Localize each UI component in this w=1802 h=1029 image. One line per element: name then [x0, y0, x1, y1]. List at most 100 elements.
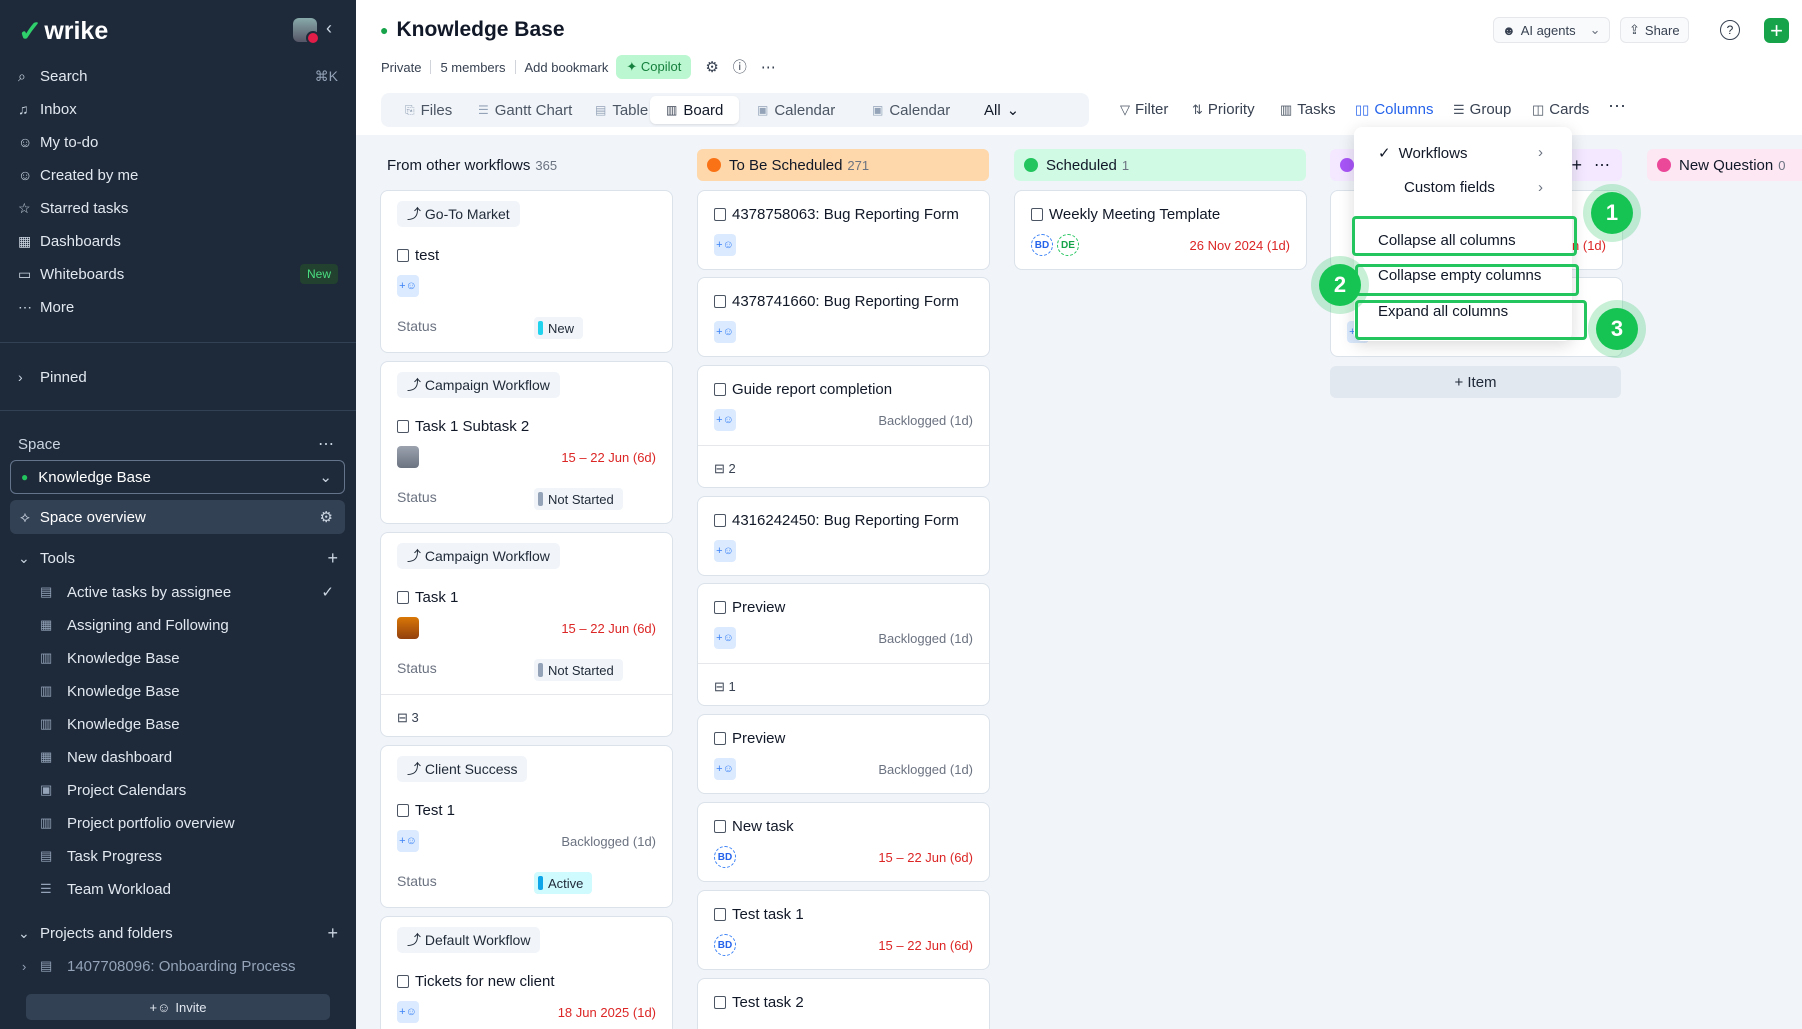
task-card[interactable]: Test task 2: [697, 978, 990, 1029]
tool-item[interactable]: ▦ Assigning and Following: [40, 610, 340, 640]
info-icon[interactable]: ⓘ: [733, 57, 747, 77]
task-card[interactable]: ⤴ Campaign Workflow Task 1 Subtask 2 15 …: [380, 361, 673, 524]
avatar[interactable]: [397, 446, 419, 468]
task-card[interactable]: Guide report completion +☺ Backlogged (1…: [697, 365, 990, 488]
project-item[interactable]: › ▤ 1407708096: Onboarding Process: [22, 951, 322, 981]
members-link[interactable]: 5 members: [440, 60, 505, 75]
tool-item[interactable]: ☰ Team Workload: [40, 874, 340, 904]
task-card[interactable]: Preview +☺ Backlogged (1d) ⊟ 1: [697, 583, 990, 706]
task-card[interactable]: ⤴ Campaign Workflow Task 1 15 – 22 Jun (…: [380, 532, 673, 737]
create-button[interactable]: +: [1764, 18, 1789, 43]
pinned-section[interactable]: › Pinned: [0, 361, 356, 393]
gear-icon[interactable]: ⚙: [320, 508, 333, 526]
privacy-label[interactable]: Private: [381, 60, 421, 75]
copilot-button[interactable]: ✦ Copilot: [616, 55, 692, 79]
task-card[interactable]: ⤴ Client Success Test 1 +☺ Backlogged (1…: [380, 745, 673, 908]
tab-calendar-2[interactable]: ▣ Calendar: [866, 96, 956, 124]
task-card[interactable]: ⤴ Default Workflow Tickets for new clien…: [380, 916, 673, 1029]
assign-icon[interactable]: +☺: [714, 758, 736, 780]
assign-icon[interactable]: +☺: [714, 409, 736, 431]
task-card[interactable]: Preview +☺ Backlogged (1d): [697, 714, 990, 794]
tool-item[interactable]: ▤ Active tasks by assignee ✓: [40, 577, 340, 607]
task-card[interactable]: New task BD 15 – 22 Jun (6d): [697, 802, 990, 882]
status-badge[interactable]: Not Started: [534, 659, 623, 681]
tab-gantt-chart[interactable]: ☰ Gantt Chart: [472, 96, 578, 124]
column-header[interactable]: To Be Scheduled 271: [697, 149, 989, 181]
tab-calendar[interactable]: ▣ Calendar: [751, 96, 841, 124]
projects-section[interactable]: ⌄ Projects and folders +: [0, 917, 356, 949]
avatar[interactable]: [293, 18, 320, 45]
add-item-button[interactable]: + Item: [1330, 366, 1621, 398]
cards-button[interactable]: ◫ Cards: [1532, 101, 1589, 118]
column-header[interactable]: From other workflows 365: [379, 149, 672, 181]
add-project-icon[interactable]: +: [327, 923, 338, 944]
more-icon[interactable]: ⋯: [1608, 96, 1626, 117]
add-tool-icon[interactable]: +: [327, 548, 338, 569]
menu-item-custom-fields[interactable]: Custom fields ›: [1404, 179, 1543, 196]
avatar[interactable]: [397, 617, 419, 639]
nav-dashboards[interactable]: ▦ Dashboards: [0, 225, 356, 257]
tab-table[interactable]: ▤ Table: [589, 96, 654, 124]
nav-starred-tasks[interactable]: ☆ Starred tasks: [0, 192, 356, 224]
tool-item[interactable]: ▥ Knowledge Base: [40, 676, 340, 706]
column-header[interactable]: New Question 0: [1647, 149, 1802, 181]
assign-icon[interactable]: +☺: [397, 275, 419, 297]
share-button[interactable]: ⇪ Share: [1620, 17, 1689, 43]
tools-section[interactable]: ⌄ Tools +: [0, 542, 356, 574]
tool-item[interactable]: ▦ New dashboard: [40, 742, 340, 772]
collapse-sidebar-icon[interactable]: ‹: [326, 18, 332, 39]
tab-board[interactable]: ▥ Board: [650, 96, 740, 124]
more-icon[interactable]: ⋯: [761, 58, 776, 76]
column-header[interactable]: Scheduled 1: [1014, 149, 1306, 181]
tool-item[interactable]: ▥ Knowledge Base: [40, 643, 340, 673]
tool-item[interactable]: ▣ Project Calendars: [40, 775, 340, 805]
space-selector[interactable]: ● Knowledge Base ⌄: [10, 460, 345, 494]
nav-whiteboards[interactable]: ▭ Whiteboards New: [0, 258, 356, 290]
add-bookmark-link[interactable]: Add bookmark: [525, 60, 609, 75]
assignee-avatar[interactable]: BD: [714, 934, 736, 956]
help-icon[interactable]: ?: [1720, 20, 1740, 40]
space-more-icon[interactable]: ⋯: [318, 434, 334, 454]
ai-agents-button[interactable]: ☻ AI agents ⌄: [1493, 17, 1610, 43]
task-card[interactable]: 4316242450: Bug Reporting Form +☺: [697, 496, 990, 576]
nav-more[interactable]: ⋯ More: [0, 291, 356, 323]
tool-item[interactable]: ▥ Knowledge Base: [40, 709, 340, 739]
assign-icon[interactable]: +☺: [397, 1001, 419, 1023]
nav-created-by-me[interactable]: ☺ Created by me: [0, 159, 356, 191]
tool-item[interactable]: ▥ Project portfolio overview: [40, 808, 340, 838]
assign-icon[interactable]: +☺: [714, 321, 736, 343]
status-badge[interactable]: Not Started: [534, 488, 623, 510]
tool-item[interactable]: ▤ Task Progress: [40, 841, 340, 871]
assign-icon[interactable]: +☺: [714, 540, 736, 562]
gear-icon[interactable]: ⚙: [705, 58, 718, 76]
assign-icon[interactable]: +☺: [714, 234, 736, 256]
assignee-avatar[interactable]: BD: [714, 846, 736, 868]
subtasks-count[interactable]: ⊟ 3: [397, 710, 419, 726]
add-icon[interactable]: +: [1571, 155, 1582, 176]
invite-button[interactable]: +☺ Invite: [26, 994, 330, 1020]
assignee-avatar[interactable]: BD: [1031, 234, 1053, 256]
tasks-button[interactable]: ▥ Tasks: [1280, 101, 1336, 118]
tab-all-dropdown[interactable]: All ⌄: [978, 96, 1025, 124]
status-badge[interactable]: Active: [534, 872, 593, 894]
assignee-avatar[interactable]: DE: [1057, 234, 1079, 256]
nav-search[interactable]: ⌕ Search ⌘K: [0, 60, 356, 92]
nav-my-todo[interactable]: ☺ My to-do: [0, 126, 356, 158]
task-card[interactable]: Test task 1 BD 15 – 22 Jun (6d): [697, 890, 990, 970]
subtasks-count[interactable]: ⊟ 2: [714, 461, 736, 477]
task-card[interactable]: 4378741660: Bug Reporting Form +☺: [697, 277, 990, 357]
priority-button[interactable]: ⇅ Priority: [1192, 101, 1255, 118]
wrike-logo[interactable]: ✓ wrike: [18, 14, 108, 49]
more-icon[interactable]: ⋯: [1594, 155, 1610, 175]
space-overview[interactable]: ⟡ Space overview ⚙: [10, 500, 345, 534]
filter-button[interactable]: ▽ Filter: [1120, 101, 1168, 118]
assign-icon[interactable]: +☺: [714, 627, 736, 649]
assign-icon[interactable]: +☺: [397, 830, 419, 852]
task-card[interactable]: ⤴ Go-To Market test +☺ Status New: [380, 190, 673, 353]
chevron-down-icon[interactable]: ⌄: [1590, 22, 1601, 38]
menu-item-workflows[interactable]: ✓ Workflows ›: [1378, 144, 1543, 162]
subtasks-count[interactable]: ⊟ 1: [714, 679, 736, 695]
task-card[interactable]: 4378758063: Bug Reporting Form +☺: [697, 190, 990, 270]
columns-button[interactable]: ▯▯ Columns: [1355, 101, 1434, 118]
task-card[interactable]: Weekly Meeting Template BD DE 26 Nov 202…: [1014, 190, 1307, 270]
